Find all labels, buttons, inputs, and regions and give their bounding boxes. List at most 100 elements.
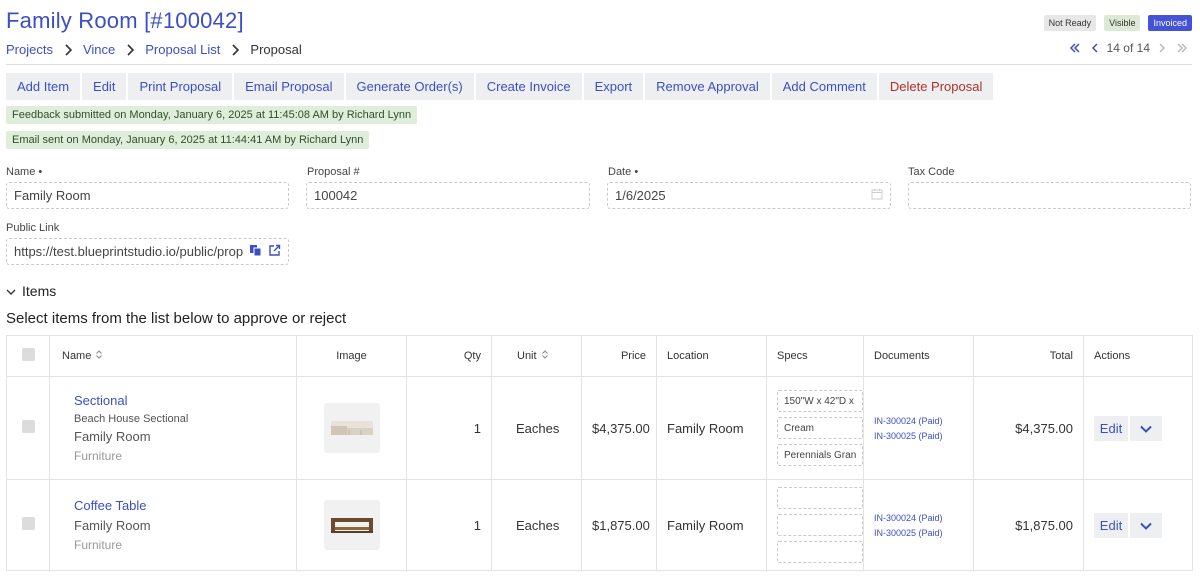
column-header-specs: Specs	[766, 335, 864, 377]
column-header-qty: Qty	[406, 335, 492, 377]
copy-icon[interactable]	[249, 244, 262, 260]
chevron-down-icon	[1140, 518, 1152, 533]
column-header-total: Total	[973, 335, 1084, 377]
sofa-image[interactable]	[323, 403, 380, 453]
print-proposal-button[interactable]: Print Proposal	[128, 73, 233, 100]
double-chevron-left-icon[interactable]	[1067, 40, 1083, 56]
date-input[interactable]: 1/6/2025	[607, 182, 891, 209]
spec-color-field[interactable]	[777, 514, 863, 536]
item-location: Family Room	[74, 429, 151, 444]
status-badge-visible: Visible	[1104, 15, 1141, 31]
table-row: Coffee Table Family Room Furniture 1 Eac…	[6, 479, 1193, 571]
remove-approval-button[interactable]: Remove Approval	[645, 73, 770, 100]
item-location: Family Room	[74, 518, 151, 533]
item-qty: 1	[406, 479, 492, 571]
item-total: $1,875.00	[973, 479, 1084, 571]
row-checkbox[interactable]	[21, 420, 35, 433]
breadcrumb-proposal: Proposal	[250, 42, 302, 57]
spec-dimensions-field[interactable]: 150"W x 42"D x	[777, 390, 863, 412]
spec-fabric-field[interactable]: Perennials Gran	[777, 444, 863, 466]
row-edit-button[interactable]: Edit	[1094, 415, 1128, 441]
column-header-actions: Actions	[1083, 335, 1193, 377]
column-header-location: Location	[656, 335, 767, 377]
row-actions-dropdown[interactable]	[1130, 415, 1162, 441]
item-price: $1,875.00	[581, 479, 657, 571]
chevron-down-icon	[1140, 421, 1152, 436]
edit-button[interactable]: Edit	[82, 73, 127, 100]
items-table: Name Image Qty Unit Price Location Specs…	[6, 335, 1193, 571]
document-link[interactable]: IN-300025 (Paid)	[874, 431, 963, 441]
item-documents-cell: IN-300024 (Paid) IN-300025 (Paid)	[863, 479, 974, 571]
row-select-cell	[6, 376, 50, 480]
tax-code-input[interactable]	[908, 182, 1191, 209]
generate-orders-button[interactable]: Generate Order(s)	[345, 73, 474, 100]
item-name-link[interactable]: Sectional	[74, 393, 286, 408]
row-select-cell	[6, 479, 50, 571]
breadcrumb-proposal-list[interactable]: Proposal List	[145, 42, 220, 57]
proposal-number-input[interactable]: 100042	[306, 182, 590, 209]
external-link-icon[interactable]	[268, 244, 281, 260]
column-header-unit[interactable]: Unit	[491, 335, 582, 377]
sort-icon	[541, 350, 548, 362]
row-checkbox[interactable]	[21, 517, 35, 530]
calendar-icon[interactable]	[871, 188, 883, 203]
column-header-name[interactable]: Name	[49, 335, 297, 377]
status-badges: Not Ready Visible Invoiced	[1043, 15, 1192, 31]
create-invoice-button[interactable]: Create Invoice	[475, 73, 582, 100]
name-label: Name •	[6, 166, 43, 178]
delete-proposal-button[interactable]: Delete Proposal	[878, 73, 994, 100]
chevron-right-icon	[226, 43, 244, 57]
items-section-label: Items	[22, 283, 57, 299]
items-section-toggle[interactable]: Items	[6, 283, 56, 299]
document-link[interactable]: IN-300024 (Paid)	[874, 416, 963, 426]
breadcrumb-vince[interactable]: Vince	[83, 42, 115, 57]
item-category: Furniture	[74, 449, 123, 463]
item-name-cell: Coffee Table Family Room Furniture	[49, 479, 297, 571]
pager-label: 14 of 14	[1106, 41, 1150, 55]
breadcrumb: Projects Vince Proposal List Proposal	[6, 42, 302, 57]
spec-fabric-field[interactable]	[777, 541, 863, 563]
item-category: Furniture	[74, 538, 123, 552]
export-button[interactable]: Export	[583, 73, 644, 100]
email-proposal-button[interactable]: Email Proposal	[234, 73, 344, 100]
chevron-right-icon	[59, 43, 77, 57]
email-notice: Email sent on Monday, January 6, 2025 at…	[6, 131, 370, 149]
double-chevron-right-icon[interactable]	[1174, 40, 1190, 56]
document-link[interactable]: IN-300024 (Paid)	[874, 513, 963, 523]
item-actions-cell: Edit	[1083, 479, 1193, 571]
document-link[interactable]: IN-300025 (Paid)	[874, 528, 963, 538]
status-badge-not-ready: Not Ready	[1043, 15, 1097, 31]
item-price: $4,375.00	[581, 376, 657, 480]
public-link-value[interactable]: https://test.blueprintstudio.io/public/p…	[14, 244, 243, 259]
row-edit-button[interactable]: Edit	[1094, 512, 1128, 538]
proposal-number-label: Proposal #	[307, 166, 360, 178]
item-specs-cell	[766, 479, 864, 571]
item-total: $4,375.00	[973, 376, 1084, 480]
date-label: Date •	[608, 166, 639, 178]
feedback-notice: Feedback submitted on Monday, January 6,…	[6, 106, 418, 124]
add-item-button[interactable]: Add Item	[6, 73, 81, 100]
spec-color-field[interactable]: Cream	[777, 417, 863, 439]
spec-dimensions-field[interactable]	[777, 487, 863, 509]
items-instructions: Select items from the list below to appr…	[6, 310, 347, 327]
table-header-row: Name Image Qty Unit Price Location Specs…	[6, 335, 1193, 377]
add-comment-button[interactable]: Add Comment	[771, 73, 877, 100]
item-location-column: Family Room	[656, 479, 767, 571]
item-name-cell: Sectional Beach House Sectional Family R…	[49, 376, 297, 480]
record-pager: 14 of 14	[1067, 40, 1190, 56]
item-name-link[interactable]: Coffee Table	[74, 498, 286, 513]
column-header-image: Image	[296, 335, 407, 377]
column-header-documents: Documents	[863, 335, 974, 377]
row-actions-dropdown[interactable]	[1130, 512, 1162, 538]
item-qty: 1	[406, 376, 492, 480]
select-all-checkbox[interactable]	[21, 348, 35, 361]
item-unit: Eaches	[491, 479, 582, 571]
sort-icon	[96, 350, 103, 362]
breadcrumb-projects[interactable]: Projects	[6, 42, 53, 57]
chevron-left-icon[interactable]	[1087, 40, 1103, 56]
name-input[interactable]: Family Room	[6, 182, 289, 209]
coffee-table-image[interactable]	[323, 500, 380, 550]
item-location-column: Family Room	[656, 376, 767, 480]
chevron-right-icon[interactable]	[1154, 40, 1170, 56]
chevron-right-icon	[121, 43, 139, 57]
